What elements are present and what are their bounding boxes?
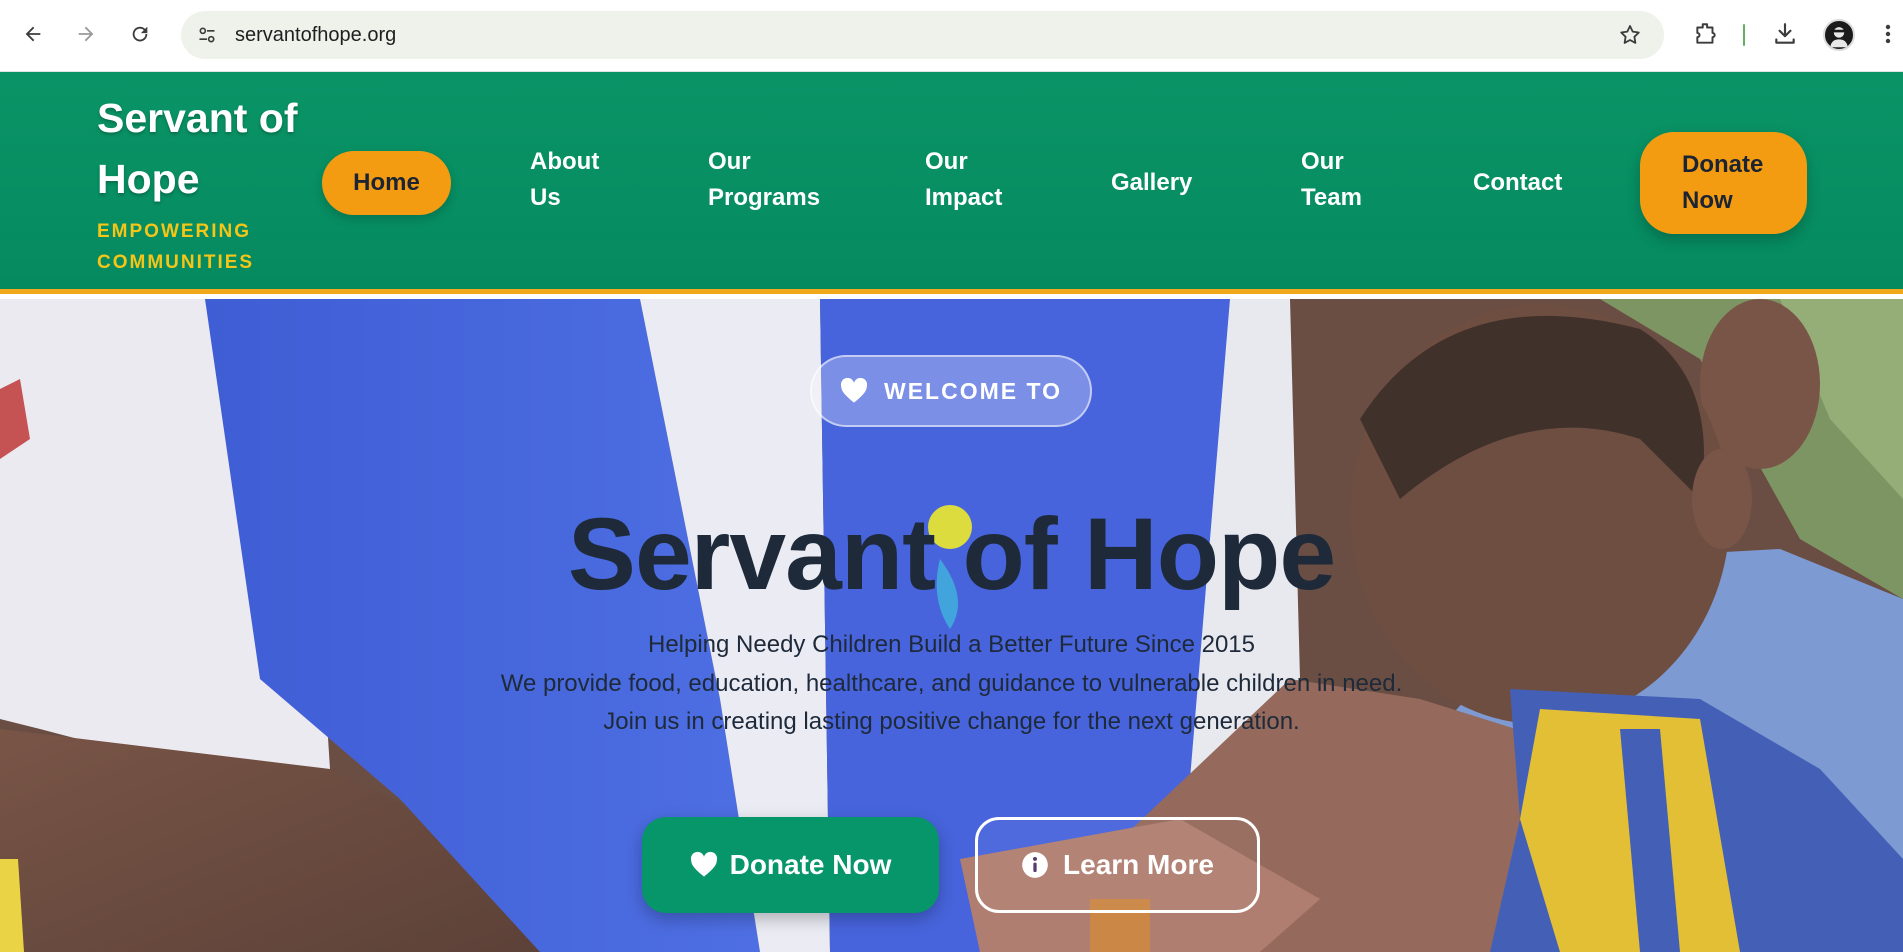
hero-donate-button[interactable]: Donate Now (642, 817, 939, 913)
nav-programs-line2: Programs (708, 184, 821, 211)
welcome-text: WELCOME TO (883, 377, 1062, 404)
back-arrow-icon[interactable] (15, 16, 51, 52)
nav-our-programs[interactable]: Our Programs (708, 144, 820, 216)
header-donate-line1: Donate (1682, 151, 1764, 178)
header-donate-line2: Now (1682, 187, 1733, 214)
heart-icon (840, 378, 868, 403)
hero-donate-label: Donate Now (729, 849, 892, 880)
download-icon[interactable] (1769, 18, 1801, 50)
info-icon (1022, 852, 1048, 878)
hero-line-3: Join us in creating lasting positive cha… (603, 708, 1300, 735)
hero-learn-label: Learn More (1063, 849, 1214, 880)
extensions-icon[interactable] (1690, 18, 1722, 50)
nav-about-line2: Us (530, 184, 561, 211)
reload-icon[interactable] (122, 16, 158, 52)
forward-arrow-icon[interactable] (68, 16, 104, 52)
nav-impact-line1: Our (925, 148, 968, 175)
profile-avatar[interactable] (1823, 19, 1855, 51)
hero-section: WELCOME TO Servant of Hope Helping Needy… (0, 299, 1903, 952)
hero-learn-more-button[interactable]: Learn More (975, 817, 1260, 913)
browser-toolbar: servantofhope.org (0, 0, 1903, 72)
address-bar[interactable]: servantofhope.org (181, 11, 1664, 59)
hero-title: Servant of Hope (567, 497, 1336, 611)
brand-tagline: EMPOWERING COMMUNITIES (97, 221, 255, 273)
nav-contact[interactable]: Contact (1473, 165, 1562, 201)
hero-line-1: Helping Needy Children Build a Better Fu… (647, 631, 1256, 658)
nav-impact-line2: Impact (925, 184, 1003, 211)
brand-title[interactable]: Servant of Hope (97, 88, 317, 210)
nav-about-us[interactable]: About Us (530, 144, 599, 216)
nav-team-line1: Our (1301, 148, 1344, 175)
nav-our-team[interactable]: Our Team (1301, 144, 1362, 216)
heart-icon (690, 851, 717, 877)
brand-logo[interactable]: Servant of Hope EMPOWERING COMMUNITIES (97, 88, 317, 278)
header-donate-button[interactable]: Donate Now (1640, 132, 1807, 234)
bookmark-star-icon[interactable] (1616, 21, 1644, 49)
more-menu-icon[interactable] (1878, 18, 1898, 50)
nav-programs-line1: Our (708, 148, 751, 175)
nav-team-line2: Team (1301, 184, 1362, 211)
nav-gallery[interactable]: Gallery (1111, 165, 1192, 201)
hero-description: Helping Needy Children Build a Better Fu… (0, 626, 1903, 742)
url-text[interactable]: servantofhope.org (235, 24, 396, 46)
welcome-badge: WELCOME TO (810, 355, 1092, 427)
nav-our-impact[interactable]: Our Impact (925, 144, 1002, 216)
toolbar-divider (1743, 24, 1745, 46)
nav-about-line1: About (530, 148, 600, 175)
site-header: Servant of Hope EMPOWERING COMMUNITIES H… (0, 72, 1903, 294)
hero-line-2: We provide food, education, healthcare, … (500, 669, 1403, 697)
site-info-icon[interactable] (195, 23, 219, 47)
nav-home[interactable]: Home (322, 151, 451, 215)
